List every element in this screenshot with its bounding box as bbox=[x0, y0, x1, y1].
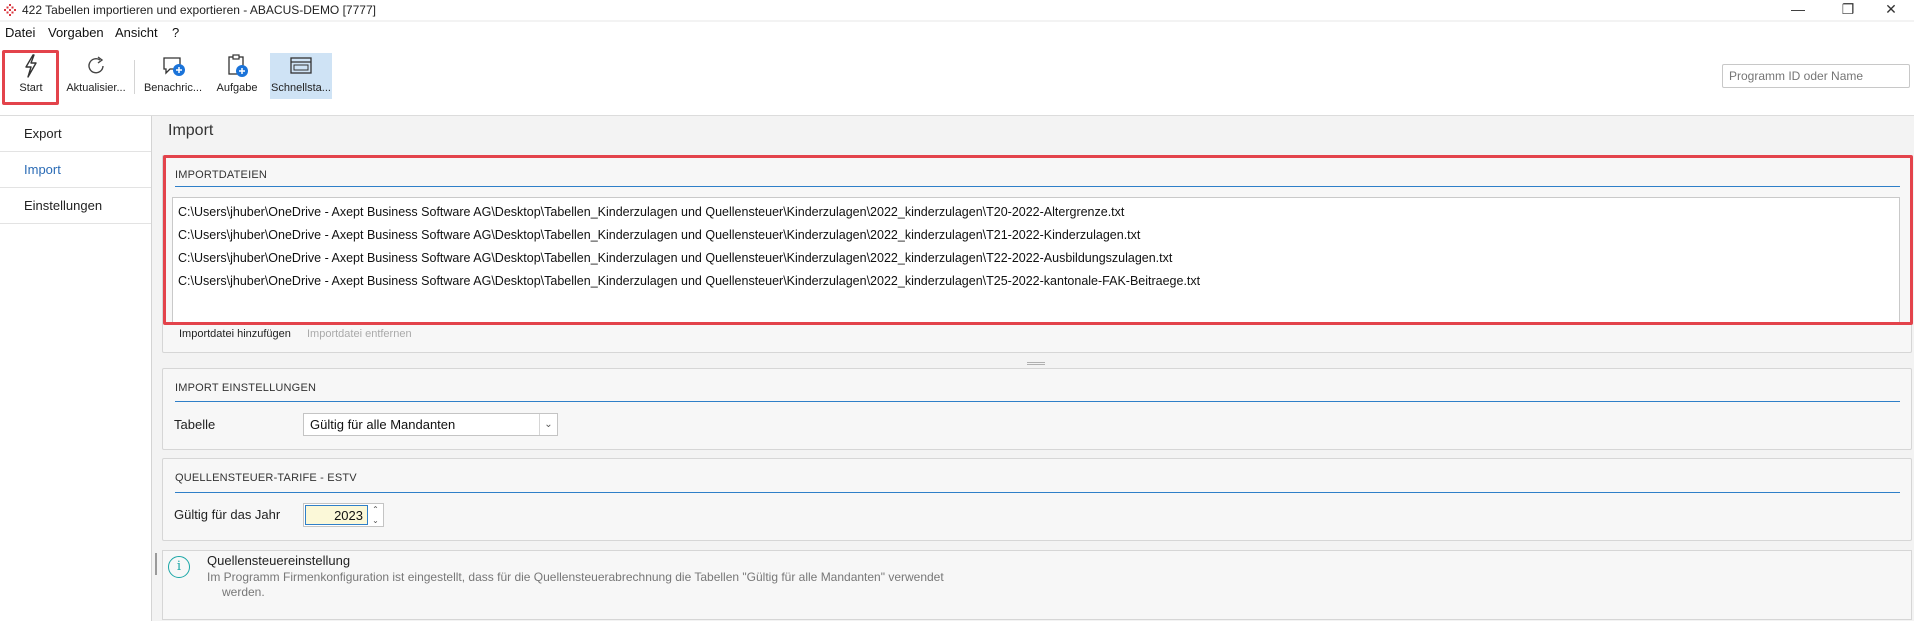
table-select-value: Gültig für alle Mandanten bbox=[310, 417, 456, 432]
minimize-button[interactable]: — bbox=[1775, 0, 1821, 20]
year-stepper[interactable]: 2023 ⌃ ⌄ bbox=[303, 503, 384, 527]
notification-button[interactable]: Benachric... bbox=[140, 53, 206, 99]
info-icon: i bbox=[168, 556, 190, 578]
clipboard-add-icon bbox=[228, 54, 248, 77]
year-input[interactable]: 2023 bbox=[305, 505, 368, 525]
toolbar: Start Aktualisier... Benachric... Aufgab… bbox=[0, 44, 1914, 116]
table-label: Tabelle bbox=[174, 417, 216, 432]
window-title: 422 Tabellen importieren und exportieren… bbox=[22, 3, 376, 17]
restore-button[interactable]: ❐ bbox=[1825, 0, 1871, 20]
menu-help[interactable]: ? bbox=[172, 25, 179, 40]
chevron-down-icon[interactable]: ⌄ bbox=[539, 414, 557, 435]
import-settings-heading: IMPORT EINSTELLUNGEN bbox=[175, 382, 317, 394]
sidebar-item-export[interactable]: Export bbox=[0, 116, 151, 152]
task-button[interactable]: Aufgabe bbox=[212, 53, 262, 99]
refresh-icon bbox=[88, 56, 104, 74]
panel-splitter-handle[interactable] bbox=[1027, 362, 1045, 365]
heading-underline bbox=[175, 401, 1900, 402]
abacus-logo-icon bbox=[4, 4, 16, 16]
info-title: Quellensteuereinstellung bbox=[207, 553, 351, 568]
menu-bar: Datei Vorgaben Ansicht ? bbox=[0, 22, 1914, 44]
table-select[interactable]: Gültig für alle Mandanten ⌄ bbox=[303, 413, 558, 436]
notification-label: Benachric... bbox=[143, 82, 203, 94]
window-icon bbox=[290, 57, 312, 74]
remove-import-file-button[interactable]: Importdatei entfernen bbox=[307, 328, 412, 340]
tariffs-heading: QUELLENSTEUER-TARIFE - ESTV bbox=[175, 472, 357, 484]
sidebar-item-import[interactable]: Import bbox=[0, 152, 151, 188]
sidebar: Export Import Einstellungen bbox=[0, 116, 152, 621]
task-label: Aufgabe bbox=[216, 82, 258, 94]
chevron-down-icon[interactable]: ⌄ bbox=[368, 515, 383, 526]
chevron-up-icon[interactable]: ⌃ bbox=[368, 504, 383, 515]
menu-vorgaben[interactable]: Vorgaben bbox=[48, 25, 104, 40]
page-title: Import bbox=[168, 122, 214, 139]
refresh-label: Aktualisier... bbox=[66, 82, 126, 94]
quickstart-button[interactable]: Schnellsta... bbox=[270, 53, 332, 99]
toolbar-separator bbox=[134, 60, 135, 94]
program-search-input[interactable] bbox=[1722, 64, 1910, 88]
info-drag-bar bbox=[155, 553, 157, 575]
heading-underline bbox=[175, 492, 1900, 493]
title-bar: 422 Tabellen importieren und exportieren… bbox=[0, 0, 1914, 20]
import-files-highlight-box bbox=[163, 155, 1913, 325]
info-text-continued: werden. bbox=[222, 585, 265, 599]
notification-add-icon bbox=[163, 57, 185, 76]
sidebar-item-einstellungen[interactable]: Einstellungen bbox=[0, 188, 151, 224]
start-highlight-box bbox=[2, 50, 59, 105]
tariffs-panel: QUELLENSTEUER-TARIFE - ESTV bbox=[162, 458, 1912, 541]
quickstart-label: Schnellsta... bbox=[271, 82, 331, 94]
info-box bbox=[162, 550, 1912, 620]
stepper-buttons[interactable]: ⌃ ⌄ bbox=[368, 504, 383, 526]
menu-datei[interactable]: Datei bbox=[5, 25, 35, 40]
add-import-file-button[interactable]: Importdatei hinzufügen bbox=[179, 328, 291, 340]
close-button[interactable]: ✕ bbox=[1868, 0, 1914, 20]
info-text: Im Programm Firmenkonfiguration ist eing… bbox=[207, 570, 944, 584]
import-settings-panel: IMPORT EINSTELLUNGEN bbox=[162, 368, 1912, 450]
menu-ansicht[interactable]: Ansicht bbox=[115, 25, 158, 40]
refresh-button[interactable]: Aktualisier... bbox=[64, 53, 128, 99]
year-label: Gültig für das Jahr bbox=[174, 507, 281, 522]
